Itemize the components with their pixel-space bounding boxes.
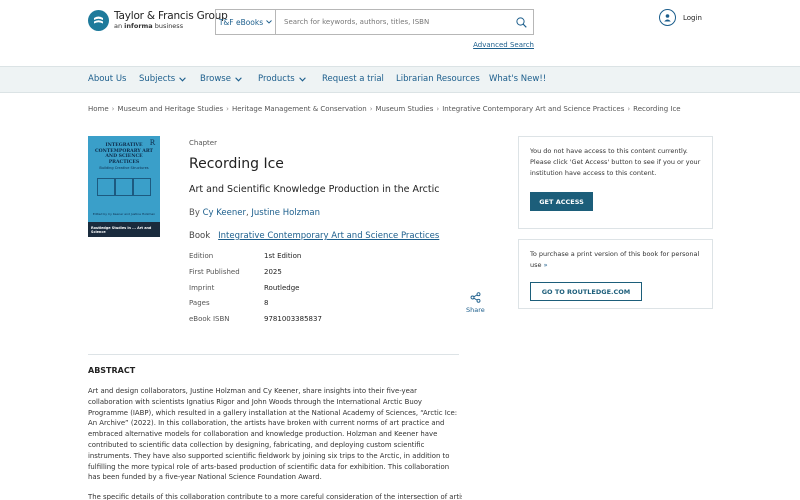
logo-emblem-icon — [88, 10, 109, 31]
chevron-down-icon — [235, 76, 242, 82]
search-icon — [515, 16, 527, 28]
meta-edition: Edition 1st Edition — [189, 252, 302, 260]
nav-label: What's New!! — [489, 74, 547, 84]
nav-subjects[interactable]: Subjects — [139, 74, 187, 84]
search-scope-label: T&F eBooks — [218, 17, 264, 27]
abstract-paragraph: Art and design collaborators, Justine Ho… — [88, 387, 458, 482]
share-label[interactable]: Share — [466, 306, 485, 314]
abstract-paragraph-continued: The specific details of this collaborati… — [88, 493, 462, 500]
nav-label: Request a trial — [322, 74, 384, 84]
abstract-heading: ABSTRACT — [88, 366, 136, 375]
chevron-right-icon: › — [226, 105, 229, 113]
share-button[interactable] — [466, 288, 484, 307]
nav-browse[interactable]: Browse — [200, 74, 242, 84]
content-type-label: Chapter — [189, 139, 217, 147]
login-label: Login — [683, 13, 702, 22]
search-scope-dropdown[interactable]: T&F eBooks — [216, 10, 276, 34]
cover-pattern — [133, 178, 151, 196]
authors-line: By Cy Keener, Justine Holzman — [189, 208, 321, 218]
chevron-right-icon: › — [111, 105, 115, 113]
breadcrumb-current: Recording Ice — [633, 105, 681, 113]
nav-label: Products — [258, 74, 295, 84]
nav-request-trial[interactable]: Request a trial — [322, 74, 384, 84]
get-access-button[interactable]: GET ACCESS — [530, 192, 593, 211]
breadcrumb-museum-studies[interactable]: Museum Studies — [376, 105, 434, 113]
author-link-keener[interactable]: Cy Keener — [203, 208, 246, 218]
breadcrumb-book[interactable]: Integrative Contemporary Art and Science… — [442, 105, 624, 113]
purchase-message: To purchase a print version of this book… — [530, 250, 700, 269]
book-title-link[interactable]: Integrative Contemporary Art and Science… — [218, 231, 439, 241]
advanced-search-link[interactable]: Advanced Search — [473, 41, 534, 49]
meta-imprint: Imprint Routledge — [189, 284, 300, 292]
book-row: Book Integrative Contemporary Art and Sci… — [189, 231, 440, 241]
site-header: Taylor & Francis Group an informa busine… — [0, 0, 800, 66]
cover-pattern — [97, 178, 115, 196]
nav-label: About Us — [88, 74, 127, 84]
cover-title: INTEGRATIVE CONTEMPORARY ART AND SCIENCE… — [95, 143, 153, 165]
search-bar: T&F eBooks — [215, 9, 534, 35]
chevron-down-icon — [298, 76, 306, 82]
breadcrumb-heritage-management[interactable]: Heritage Management & Conservation — [232, 105, 367, 113]
double-chevron-right-icon: » — [543, 261, 548, 269]
chevron-right-icon: › — [369, 105, 373, 113]
logo-subtitle: an informa business — [114, 22, 184, 30]
meta-first-published: First Published 2025 — [189, 268, 282, 276]
taylor-francis-logo[interactable]: Taylor & Francis Group an informa busine… — [88, 10, 228, 31]
logo-title: Taylor & Francis Group — [114, 10, 228, 22]
purchase-panel: To purchase a print version of this book… — [518, 239, 713, 309]
chapter-title: Recording Ice — [189, 156, 284, 172]
nav-about-us[interactable]: About Us — [88, 74, 126, 84]
cover-editors: Edited by Cy Keener and Justine Holzman — [92, 212, 156, 216]
chapter-subtitle: Art and Scientific Knowledge Production … — [189, 184, 440, 195]
nav-label: Subjects — [139, 74, 176, 84]
search-button[interactable] — [509, 10, 533, 34]
login-button[interactable]: Login — [659, 9, 702, 26]
search-input[interactable] — [276, 10, 509, 34]
breadcrumb-museum-heritage[interactable]: Museum and Heritage Studies — [117, 105, 223, 113]
nav-label: Librarian Resources — [396, 74, 480, 84]
chevron-right-icon: › — [436, 105, 440, 113]
user-icon — [659, 9, 676, 26]
cover-series: Routledge Studies in ... Art and Science — [91, 226, 152, 234]
cover-subtitle: Building Creative Structures — [99, 166, 149, 170]
nav-whats-new[interactable]: What's New!! — [489, 74, 546, 84]
go-to-routledge-button[interactable]: GO TO ROUTLEDGE.COM — [530, 282, 642, 301]
access-message: You do not have access to this content c… — [530, 147, 701, 177]
book-cover[interactable]: R INTEGRATIVE CONTEMPORARY ART AND SCIEN… — [88, 136, 160, 237]
cover-pattern — [115, 178, 133, 196]
author-link-holzman[interactable]: Justine Holzman — [251, 208, 320, 218]
chevron-right-icon: › — [627, 105, 631, 113]
nav-librarian-resources[interactable]: Librarian Resources — [396, 74, 480, 84]
share-icon — [470, 292, 480, 303]
breadcrumb-home[interactable]: Home — [88, 105, 109, 113]
chevron-down-icon — [266, 20, 272, 24]
meta-pages: Pages 8 — [189, 299, 269, 307]
nav-label: Browse — [200, 74, 231, 84]
access-panel: You do not have access to this content c… — [518, 136, 713, 229]
main-nav: About Us Subjects Browse Products Reques… — [0, 66, 800, 93]
breadcrumb: Home › Museum and Heritage Studies › Herit… — [88, 105, 681, 113]
nav-products[interactable]: Products — [258, 74, 306, 84]
section-divider — [88, 354, 459, 355]
chevron-down-icon — [179, 76, 187, 82]
meta-ebook-isbn: eBook ISBN 9781003385837 — [189, 315, 322, 323]
